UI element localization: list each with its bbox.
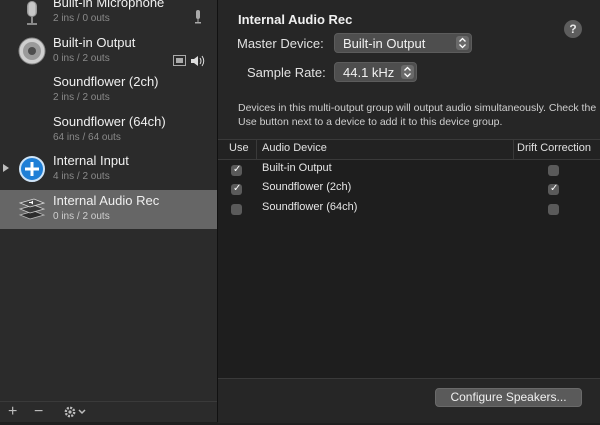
aggregate-plus-icon	[16, 153, 48, 185]
panel-footer: Configure Speakers...	[218, 378, 600, 423]
device-item-soundflower-2ch[interactable]: Soundflower (2ch) 2 ins / 2 outs	[0, 71, 217, 111]
device-detail-panel: Internal Audio Rec ? Master Device: Buil…	[218, 0, 600, 423]
help-button[interactable]: ?	[564, 20, 582, 38]
use-checkbox[interactable]	[231, 204, 242, 215]
drift-correction-checkbox[interactable]	[548, 204, 559, 215]
device-channels: 0 ins / 2 outs	[53, 210, 110, 222]
device-channels: 2 ins / 0 outs	[53, 13, 110, 24]
chevron-updown-icon	[401, 65, 414, 79]
sample-rate-label: Sample Rate:	[247, 65, 326, 80]
group-description: Devices in this multi-output group will …	[238, 102, 597, 128]
speaker-icon	[16, 35, 48, 67]
device-item-built-in-output[interactable]: Built-in Output 0 ins / 2 outs	[0, 32, 217, 72]
device-list: Built-in Microphone 2 ins / 0 outs Built…	[0, 0, 217, 229]
master-device-select[interactable]: Built-in Output	[334, 33, 472, 53]
device-channels: 2 ins / 2 outs	[53, 92, 110, 103]
table-header: Use Audio Device Drift Correction	[218, 139, 600, 160]
column-header-use[interactable]: Use	[229, 142, 249, 154]
output-status-icons	[173, 54, 207, 66]
device-name: Soundflower (2ch)	[53, 74, 159, 89]
device-name: Soundflower (64ch)	[53, 113, 166, 129]
device-item-built-in-microphone[interactable]: Built-in Microphone 2 ins / 0 outs	[0, 0, 217, 32]
device-channels: 0 ins / 2 outs	[53, 52, 110, 64]
configure-speakers-button[interactable]: Configure Speakers...	[435, 388, 582, 407]
audio-device-name: Soundflower (2ch)	[262, 181, 352, 193]
audio-device-name: Soundflower (64ch)	[262, 201, 358, 213]
device-channels: 64 ins / 64 outs	[53, 131, 121, 143]
device-channels: 4 ins / 2 outs	[53, 171, 110, 182]
gear-menu-button[interactable]	[62, 404, 86, 420]
drift-correction-checkbox[interactable]	[548, 165, 559, 176]
remove-device-button[interactable]: −	[34, 403, 43, 421]
column-divider	[256, 140, 257, 159]
device-item-soundflower-64ch[interactable]: Soundflower (64ch) 64 ins / 64 outs	[0, 111, 217, 151]
audio-device-table: Use Audio Device Drift Correction ✓ Buil…	[218, 139, 600, 378]
gear-icon	[64, 406, 86, 418]
input-mic-icon	[194, 10, 202, 24]
column-header-audio-device[interactable]: Audio Device	[262, 142, 327, 154]
device-name: Internal Audio Rec	[53, 192, 160, 208]
table-row: Soundflower (64ch)	[218, 199, 600, 219]
device-sidebar: Built-in Microphone 2 ins / 0 outs Built…	[0, 0, 218, 422]
column-divider	[513, 140, 514, 159]
device-item-internal-audio-rec[interactable]: Internal Audio Rec 0 ins / 2 outs	[0, 189, 217, 229]
disclosure-triangle-icon[interactable]	[3, 164, 9, 172]
drift-correction-checkbox[interactable]: ✓	[548, 183, 559, 195]
audio-device-name: Built-in Output	[262, 162, 332, 174]
checkmark-icon: ✓	[233, 183, 242, 194]
checkmark-icon: ✓	[550, 183, 559, 194]
chevron-updown-icon	[456, 36, 469, 50]
add-device-button[interactable]: +	[8, 403, 17, 421]
use-checkbox[interactable]: ✓	[231, 183, 242, 195]
sidebar-toolbar: + −	[0, 401, 217, 422]
microphone-icon	[16, 0, 48, 27]
table-row: ✓ Built-in Output	[218, 160, 600, 180]
device-name: Internal Input	[53, 153, 129, 168]
sample-rate-select[interactable]: 44.1 kHz	[334, 62, 417, 82]
master-device-value: Built-in Output	[343, 36, 426, 51]
page-title: Internal Audio Rec	[238, 12, 353, 27]
multi-output-icon	[16, 193, 48, 225]
checkmark-icon: ✓	[233, 164, 242, 175]
device-name: Built-in Output	[53, 34, 136, 50]
device-name: Built-in Microphone	[53, 0, 165, 10]
sample-rate-value: 44.1 kHz	[343, 65, 395, 80]
table-row: ✓ Soundflower (2ch) ✓	[218, 179, 600, 199]
device-item-internal-input[interactable]: Internal Input 4 ins / 2 outs	[0, 150, 217, 190]
use-checkbox[interactable]: ✓	[231, 164, 242, 176]
column-header-drift-correction[interactable]: Drift Correction	[517, 142, 591, 154]
master-device-label: Master Device:	[237, 36, 324, 51]
